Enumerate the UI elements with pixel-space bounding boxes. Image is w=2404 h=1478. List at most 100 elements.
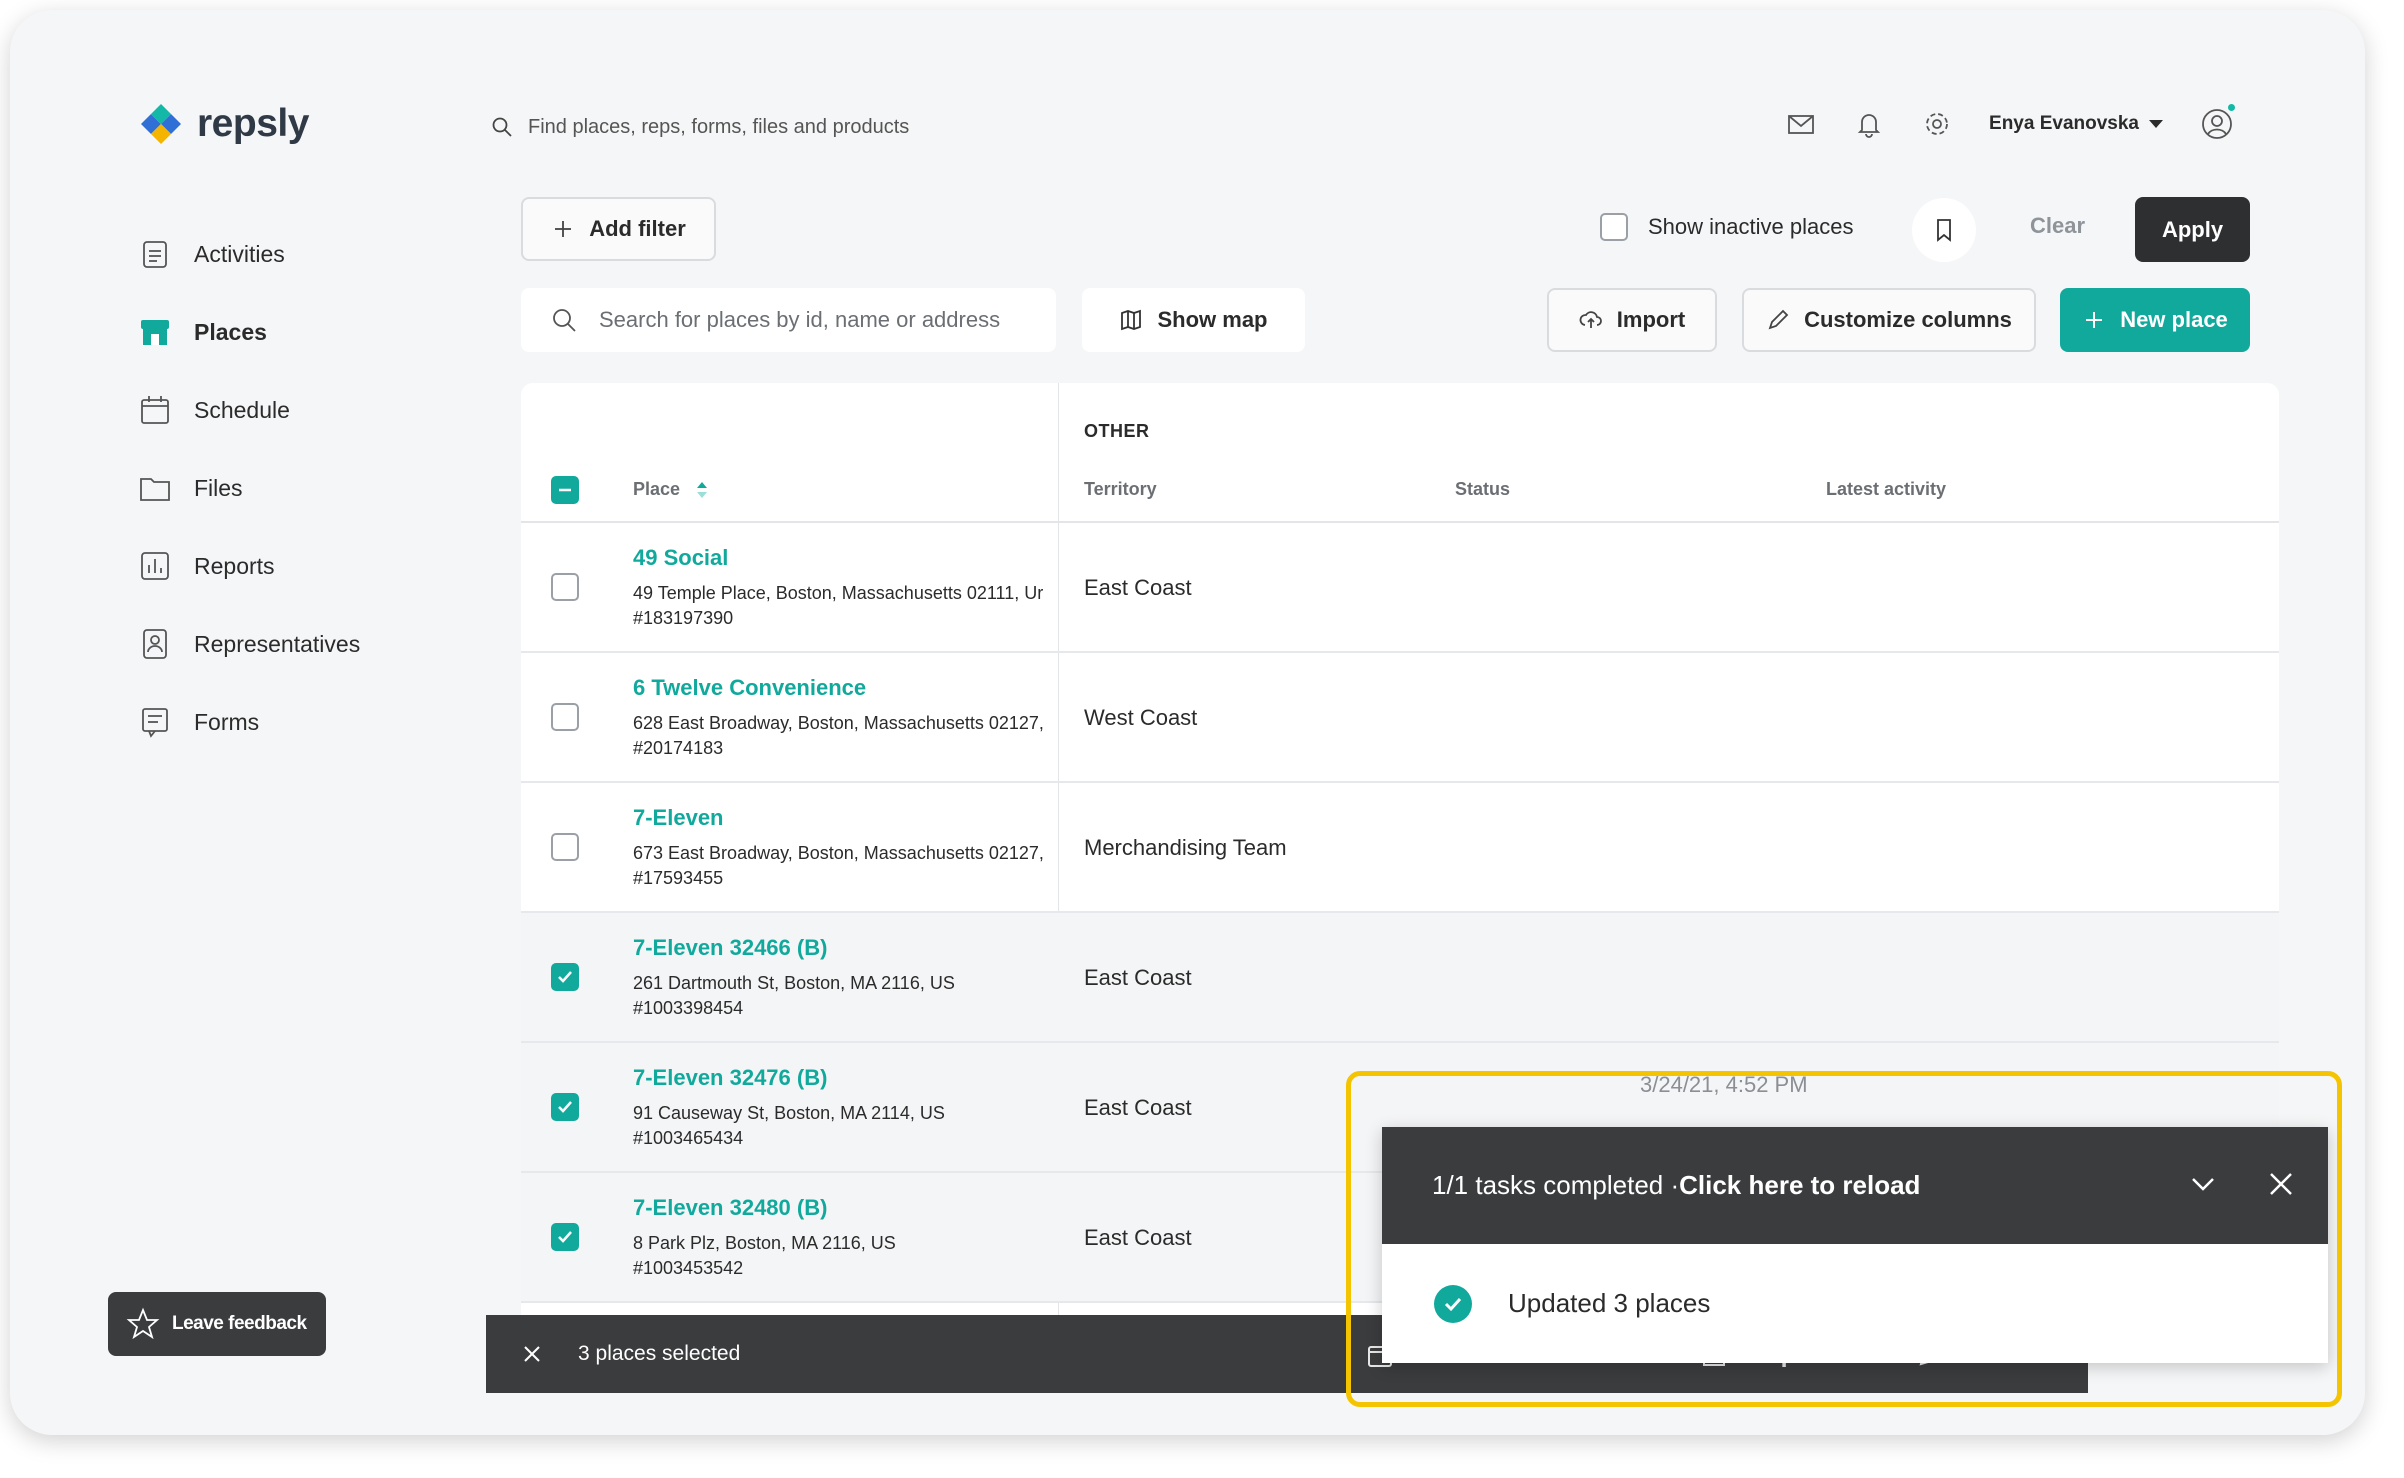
search-icon bbox=[553, 309, 576, 332]
sidebar-item-files[interactable]: Files bbox=[138, 449, 360, 527]
row-checkbox[interactable] bbox=[551, 1223, 579, 1251]
global-search[interactable] bbox=[490, 115, 1088, 139]
place-address: 673 East Broadway, Boston, Massachusetts… bbox=[633, 843, 1044, 863]
sidebar-item-schedule[interactable]: Schedule bbox=[138, 371, 360, 449]
place-name-link[interactable]: 7-Eleven 32480 (B) bbox=[633, 1195, 827, 1221]
sidebar-item-reports[interactable]: Reports bbox=[138, 527, 360, 605]
new-place-label: New place bbox=[2120, 307, 2228, 332]
place-search-input[interactable] bbox=[599, 307, 1039, 333]
sidebar-item-label: Representatives bbox=[194, 630, 361, 657]
row-checkbox[interactable] bbox=[551, 1093, 579, 1121]
online-status-dot bbox=[2226, 102, 2237, 113]
table-row[interactable]: 7-Eleven 673 East Broadway, Boston, Mass… bbox=[521, 783, 2279, 913]
place-name-link[interactable]: 49 Social bbox=[633, 545, 728, 571]
place-address: 49 Temple Place, Boston, Massachusetts 0… bbox=[633, 583, 1044, 603]
show-inactive-checkbox[interactable] bbox=[1600, 213, 1628, 241]
bookmark-icon bbox=[1937, 219, 1951, 242]
sidebar-item-label: Reports bbox=[194, 552, 275, 579]
caret-down-icon bbox=[2149, 120, 2163, 128]
column-header-label: Place bbox=[633, 479, 681, 499]
show-map-button[interactable]: Show map bbox=[1082, 288, 1305, 352]
sidebar-item-label: Schedule bbox=[194, 396, 290, 423]
apply-button[interactable]: Apply bbox=[2135, 197, 2250, 262]
user-name: Enya Evanovska bbox=[1989, 113, 2139, 134]
avatar[interactable] bbox=[2199, 102, 2237, 142]
bell-icon[interactable] bbox=[1853, 108, 1885, 140]
check-icon bbox=[558, 1101, 572, 1113]
cloud-upload-icon bbox=[1579, 311, 1602, 328]
clipboard-icon bbox=[143, 241, 167, 268]
person-badge-icon bbox=[143, 629, 167, 659]
feedback-label: Leave feedback bbox=[172, 1313, 307, 1334]
minus-icon bbox=[559, 488, 571, 492]
place-name-link[interactable]: 6 Twelve Convenience bbox=[633, 675, 866, 701]
global-search-input[interactable] bbox=[528, 115, 1088, 139]
column-header-latest-activity[interactable]: Latest activity bbox=[1826, 479, 1946, 500]
place-territory: East Coast bbox=[1084, 1225, 1192, 1250]
customize-columns-button[interactable]: Customize columns bbox=[1742, 288, 2036, 352]
add-filter-label: Add filter bbox=[589, 216, 686, 241]
repsly-logo-icon bbox=[141, 104, 181, 144]
check-icon bbox=[558, 1231, 572, 1243]
show-inactive-label: Show inactive places bbox=[1648, 214, 1854, 239]
folder-icon bbox=[140, 478, 170, 501]
place-address: 91 Causeway St, Boston, MA 2114, US bbox=[633, 1103, 945, 1123]
sidebar-item-activities[interactable]: Activities bbox=[138, 215, 360, 293]
place-name-link[interactable]: 7-Eleven 32466 (B) bbox=[633, 935, 827, 961]
sidebar-item-label: Activities bbox=[194, 240, 285, 267]
plus-icon bbox=[2086, 312, 2103, 328]
place-id: #1003398454 bbox=[633, 998, 744, 1018]
place-id: #183197390 bbox=[633, 608, 734, 628]
row-checkbox[interactable] bbox=[551, 963, 579, 991]
sidebar-item-label: Forms bbox=[194, 708, 260, 735]
table-row[interactable]: 7-Eleven 32466 (B) 261 Dartmouth St, Bos… bbox=[521, 913, 2279, 1043]
select-all-checkbox[interactable] bbox=[551, 476, 579, 504]
close-icon[interactable] bbox=[521, 1343, 543, 1365]
place-search[interactable] bbox=[521, 288, 1056, 352]
header-actions: Enya Evanovska bbox=[1785, 102, 2237, 142]
plus-icon bbox=[555, 221, 572, 237]
add-filter-button[interactable]: Add filter bbox=[521, 197, 716, 261]
star-icon bbox=[126, 1307, 160, 1340]
import-button[interactable]: Import bbox=[1547, 288, 1717, 352]
pencil-icon bbox=[1768, 309, 1789, 330]
search-icon bbox=[492, 117, 512, 137]
selected-count: 3 places selected bbox=[578, 1342, 741, 1365]
leave-feedback-button[interactable]: Leave feedback bbox=[108, 1292, 326, 1356]
place-id: #20174183 bbox=[633, 738, 724, 758]
customize-columns-label: Customize columns bbox=[1804, 307, 2012, 332]
column-header-place[interactable]: Place bbox=[633, 479, 709, 500]
place-name-link[interactable]: 7-Eleven 32476 (B) bbox=[633, 1065, 827, 1091]
mail-icon[interactable] bbox=[1785, 108, 1817, 140]
check-icon bbox=[558, 971, 572, 983]
sidebar-item-forms[interactable]: Forms bbox=[138, 683, 360, 761]
chart-icon bbox=[141, 552, 169, 580]
gear-icon[interactable] bbox=[1921, 108, 1953, 140]
new-place-button[interactable]: New place bbox=[2060, 288, 2250, 352]
column-header-territory[interactable]: Territory bbox=[1084, 479, 1157, 500]
show-map-label: Show map bbox=[1157, 307, 1268, 332]
clear-button[interactable]: Clear bbox=[2030, 213, 2085, 239]
repsly-logo[interactable]: repsly bbox=[135, 98, 309, 150]
row-checkbox[interactable] bbox=[551, 703, 579, 731]
place-territory: West Coast bbox=[1084, 705, 1198, 730]
place-name-link[interactable]: 7-Eleven bbox=[633, 805, 724, 831]
show-inactive-toggle[interactable]: Show inactive places bbox=[1600, 213, 1853, 241]
user-menu[interactable]: Enya Evanovska bbox=[1989, 113, 2163, 135]
sidebar-item-representatives[interactable]: Representatives bbox=[138, 605, 360, 683]
column-header-status[interactable]: Status bbox=[1455, 479, 1510, 500]
table-row[interactable]: 6 Twelve Convenience 628 East Broadway, … bbox=[521, 653, 2279, 783]
row-checkbox[interactable] bbox=[551, 833, 579, 861]
place-id: #1003453542 bbox=[633, 1258, 744, 1278]
table-row[interactable]: 49 Social 49 Temple Place, Boston, Massa… bbox=[521, 523, 2279, 653]
place-id: #1003465434 bbox=[633, 1128, 744, 1148]
column-group-header: OTHER bbox=[1084, 421, 1150, 441]
row-checkbox[interactable] bbox=[551, 573, 579, 601]
sidebar-item-places[interactable]: Places bbox=[138, 293, 360, 371]
save-filter-button[interactable] bbox=[1912, 198, 1976, 262]
place-territory: Merchandising Team bbox=[1084, 835, 1287, 860]
place-territory: East Coast bbox=[1084, 965, 1192, 990]
highlight-frame bbox=[1346, 1071, 2342, 1407]
sort-icon[interactable] bbox=[695, 480, 709, 500]
sidebar-item-label: Places bbox=[194, 318, 267, 345]
